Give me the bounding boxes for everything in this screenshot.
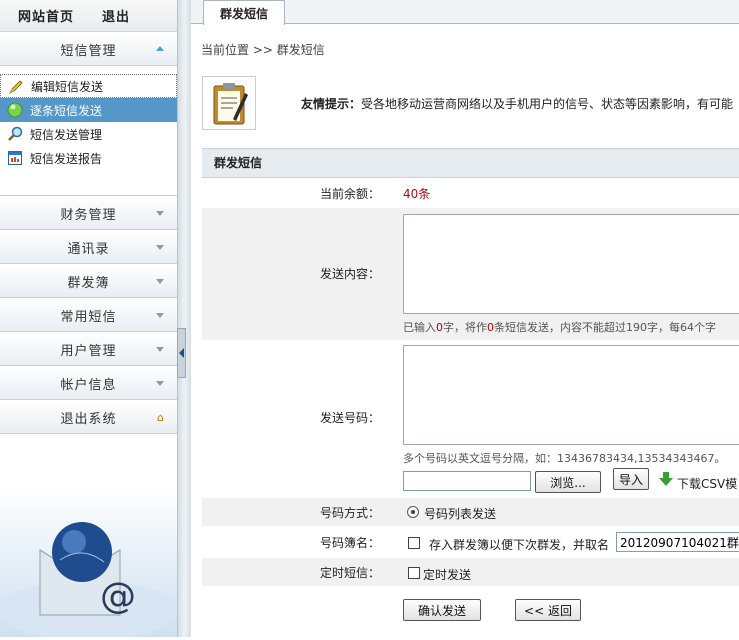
number-textarea[interactable] [403, 345, 739, 445]
sub-item-single-send[interactable]: 逐条短信发送 [0, 98, 177, 122]
timed-send-text: 定时发送 [423, 568, 472, 582]
hint-mid2: 条短信发送，内容不能超过190字，每64个字 [494, 321, 716, 334]
menu-label: 财务管理 [60, 207, 117, 223]
friendly-tip: 友情提示：受各地移动运营商网络以及手机用户的信号、状态等因素影响，有可能 [301, 95, 733, 112]
menu-account-info[interactable]: 帐户信息 [0, 366, 177, 400]
menu-sms-management[interactable]: 短信管理 [0, 32, 177, 66]
sub-item-label: 逐条短信发送 [30, 103, 103, 118]
menu-label: 帐户信息 [60, 377, 117, 393]
number-list-option: 号码列表发送 [424, 507, 497, 521]
sidebar: 网站首页 退出 短信管理 编辑短信发送 逐条短信发送 短信发送管理 短信发送报告… [0, 0, 178, 640]
sub-item-send-management[interactable]: 短信发送管理 [0, 122, 177, 146]
import-button[interactable]: 导入 [613, 468, 649, 490]
method-row: 号码方式： 号码列表发送 [202, 498, 739, 526]
hint-mid1: 字，将作 [443, 321, 487, 334]
number-list-radio[interactable] [407, 506, 419, 518]
sub-item-label: 短信发送管理 [30, 127, 103, 142]
menu-label: 退出系统 [60, 411, 117, 427]
content-row: 发送内容： 已输入0字，将作0条短信发送，内容不能超过190字，每64个字 [202, 208, 739, 340]
green-ball-icon [7, 102, 23, 118]
number-hint: 多个号码以英文逗号分隔，如：13436783434,13534343467。 [403, 452, 726, 465]
chevron-up-icon [156, 46, 164, 51]
tip-text: 受各地移动运营商网络以及手机用户的信号、状态等因素影响，有可能 [361, 97, 734, 111]
number-row: 发送号码： 多个号码以英文逗号分隔，如：13436783434,13534343… [202, 340, 739, 498]
home-link[interactable]: 网站首页 [18, 6, 74, 25]
back-button[interactable]: << 返回 [515, 599, 581, 621]
sub-item-edit-sms[interactable]: 编辑短信发送 [0, 74, 177, 98]
panel-title: 群发短信 [202, 148, 739, 178]
sub-item-send-report[interactable]: 短信发送报告 [0, 146, 177, 170]
pencil-icon [9, 80, 23, 94]
timed-label: 定时短信： [319, 566, 380, 580]
menu-common-sms[interactable]: 常用短信 [0, 298, 177, 332]
sms-submenu: 编辑短信发送 逐条短信发送 短信发送管理 短信发送报告 [0, 66, 177, 196]
menu-group-book[interactable]: 群发簿 [0, 264, 177, 298]
char-count: 0 [436, 321, 443, 334]
tip-title: 友情提示： [301, 97, 362, 111]
clipboard-icon [202, 76, 256, 130]
book-label: 号码簿名： [319, 536, 380, 550]
logout-link[interactable]: 退出 [102, 6, 130, 25]
menu-label: 通讯录 [67, 241, 110, 257]
chevron-down-icon [156, 245, 164, 250]
msg-count: 0 [487, 321, 494, 334]
content-label: 发送内容： [319, 267, 380, 281]
chevron-down-icon [156, 381, 164, 386]
menu-exit-system[interactable]: 退出系统 ⌂ [0, 400, 177, 434]
book-row: 号码簿名： 存入群发簿以便下次群发，并取名 [202, 526, 739, 558]
main-content: 群发短信 当前位置 >> 群发短信 友情提示：受各地移动运营商网络以及手机用户的… [191, 0, 739, 637]
timed-row: 定时短信： 定时发送 [202, 558, 739, 586]
timed-send-checkbox[interactable] [408, 567, 420, 579]
report-icon [8, 151, 22, 165]
mail-globe-illustration: @ [0, 490, 178, 640]
sidebar-splitter[interactable] [177, 0, 191, 637]
save-to-book-checkbox[interactable] [408, 537, 420, 549]
breadcrumb: 当前位置 >> 群发短信 [201, 43, 325, 57]
tab-group-sms[interactable]: 群发短信 [203, 0, 285, 25]
menu-label: 短信管理 [60, 43, 117, 59]
content-textarea[interactable] [403, 214, 739, 314]
chevron-down-icon [156, 313, 164, 318]
sub-item-label: 短信发送报告 [30, 151, 103, 166]
method-label: 号码方式： [319, 506, 380, 520]
hint-pre: 已输入 [403, 321, 436, 334]
save-to-book-text: 存入群发簿以便下次群发，并取名 [429, 538, 610, 552]
menu-label: 常用短信 [60, 309, 117, 325]
balance-value: 40条 [403, 187, 431, 201]
number-label: 发送号码： [319, 411, 380, 425]
download-csv-link[interactable]: 下载CSV模 [677, 475, 737, 492]
browse-button[interactable]: 浏览... [535, 471, 601, 493]
home-icon: ⌂ [157, 411, 165, 424]
menu-user-management[interactable]: 用户管理 [0, 332, 177, 366]
top-nav: 网站首页 退出 [0, 0, 177, 32]
chevron-down-icon [156, 279, 164, 284]
menu-contacts[interactable]: 通讯录 [0, 230, 177, 264]
chevron-down-icon [156, 347, 164, 352]
menu-label: 用户管理 [60, 343, 117, 359]
csv-file-input[interactable] [403, 471, 531, 491]
book-name-input[interactable] [616, 532, 739, 552]
confirm-send-button[interactable]: 确认发送 [403, 599, 481, 621]
content-hint: 已输入0字，将作0条短信发送，内容不能超过190字，每64个字 [403, 319, 716, 335]
menu-finance[interactable]: 财务管理 [0, 196, 177, 230]
menu-label: 群发簿 [67, 275, 110, 291]
download-arrow-icon [659, 472, 673, 486]
balance-label: 当前余额： [319, 187, 380, 201]
chevron-down-icon [156, 211, 164, 216]
sub-item-label: 编辑短信发送 [31, 79, 104, 94]
svg-text:@: @ [100, 576, 136, 617]
balance-row: 当前余额： 40条 [202, 180, 739, 208]
collapse-sidebar-handle[interactable] [177, 328, 186, 378]
tab-bar: 群发短信 [191, 0, 739, 25]
magnifier-icon [8, 126, 23, 141]
